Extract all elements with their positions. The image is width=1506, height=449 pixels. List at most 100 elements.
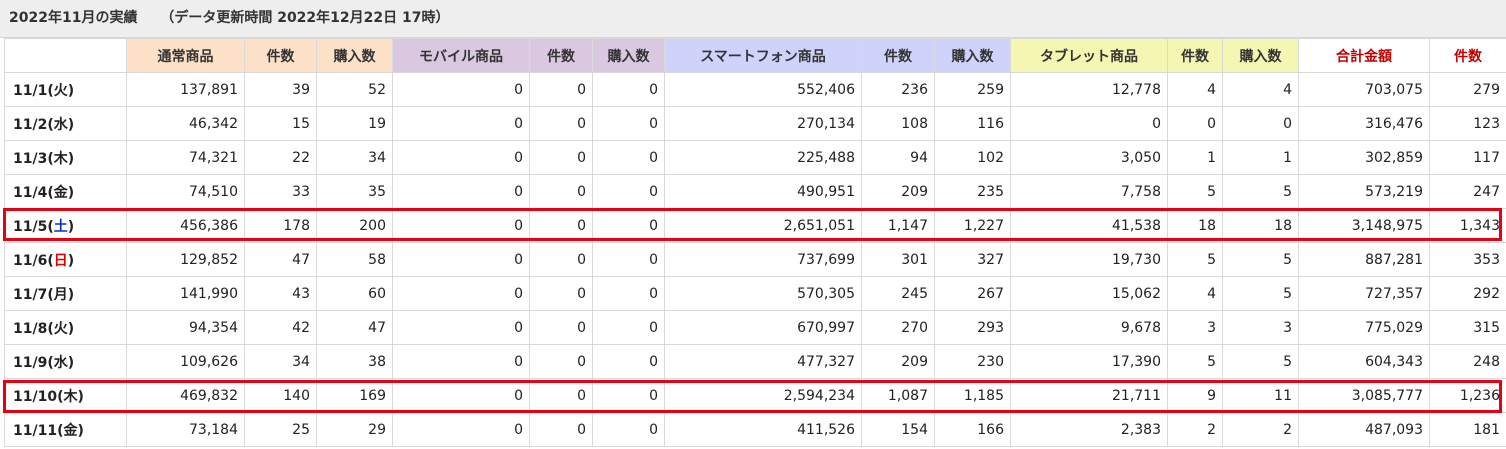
row-date: 11/3(木) (4, 140, 127, 175)
table-cell: 0 (392, 412, 530, 447)
table-cell: 0 (592, 106, 665, 141)
table-cell: 456,386 (126, 208, 245, 243)
table-cell: 0 (529, 378, 593, 413)
row-date-prefix: 11/6( (13, 252, 54, 269)
table-cell: 2 (1167, 412, 1223, 447)
row-weekday: 月 (53, 286, 68, 303)
row-date-suffix: ) (67, 354, 75, 371)
table-cell: 5 (1222, 242, 1299, 277)
table-cell: 1,236 (1429, 378, 1506, 413)
row-date-suffix: ) (67, 116, 75, 133)
table-cell: 259 (934, 72, 1011, 107)
table-cell: 2,383 (1010, 412, 1168, 447)
table-cell: 18 (1222, 208, 1299, 243)
table-cell: 0 (529, 208, 593, 243)
row-date-suffix: ) (67, 150, 75, 167)
row-weekday: 水 (53, 116, 68, 133)
table-cell: 108 (861, 106, 935, 141)
table-cell: 353 (1429, 242, 1506, 277)
table-cell: 0 (592, 208, 665, 243)
row-weekday: 金 (63, 422, 78, 439)
tablet-purchase-header: 購入数 (1222, 38, 1299, 73)
table-cell: 117 (1429, 140, 1506, 175)
table-cell: 21,711 (1010, 378, 1168, 413)
table-cell: 270,134 (664, 106, 862, 141)
report-title-bar: 2022年11月の実績 （データ更新時間 2022年12月22日 17時） (0, 0, 1506, 38)
table-cell: 38 (316, 344, 393, 379)
table-cell: 727,357 (1298, 276, 1430, 311)
row-date: 11/4(金) (4, 174, 127, 209)
report-title: 2022年11月の実績 (9, 10, 138, 26)
row-weekday: 火 (53, 320, 68, 337)
normal-count-header: 件数 (244, 38, 317, 73)
table-cell: 316,476 (1298, 106, 1430, 141)
row-weekday: 日 (53, 252, 68, 269)
table-cell: 123 (1429, 106, 1506, 141)
table-cell: 469,832 (126, 378, 245, 413)
table-cell: 29 (316, 412, 393, 447)
row-date: 11/1(火) (4, 72, 127, 107)
table-cell: 2,651,051 (664, 208, 862, 243)
table-cell: 552,406 (664, 72, 862, 107)
table-cell: 3,148,975 (1298, 208, 1430, 243)
table-cell: 0 (392, 208, 530, 243)
row-date: 11/8(火) (4, 310, 127, 345)
table-cell: 327 (934, 242, 1011, 277)
mobile-products-header: モバイル商品 (392, 38, 530, 73)
table-cell: 703,075 (1298, 72, 1430, 107)
table-cell: 12,778 (1010, 72, 1168, 107)
table-cell: 0 (592, 72, 665, 107)
row-date-suffix: ) (67, 286, 75, 303)
table-cell: 487,093 (1298, 412, 1430, 447)
table-cell: 46,342 (126, 106, 245, 141)
table-cell: 141,990 (126, 276, 245, 311)
table-row: 11/2(水) 46,342 15 19 0 0 0 270,134 108 116 0 0 0 316,… (4, 106, 1506, 141)
table-cell: 39 (244, 72, 317, 107)
table-cell: 3 (1222, 310, 1299, 345)
table-cell: 102 (934, 140, 1011, 175)
row-date-suffix: ) (67, 184, 75, 201)
row-date: 11/9(水) (4, 344, 127, 379)
table-cell: 411,526 (664, 412, 862, 447)
table-cell: 34 (316, 140, 393, 175)
table-cell: 573,219 (1298, 174, 1430, 209)
table-cell: 1 (1222, 140, 1299, 175)
table-cell: 0 (529, 140, 593, 175)
table-cell: 490,951 (664, 174, 862, 209)
normal-purchase-header: 購入数 (316, 38, 393, 73)
table-cell: 35 (316, 174, 393, 209)
table-cell: 3,085,777 (1298, 378, 1430, 413)
row-date: 11/7(月) (4, 276, 127, 311)
table-cell: 0 (592, 412, 665, 447)
table-cell: 737,699 (664, 242, 862, 277)
data-update-time: （データ更新時間 2022年12月22日 17時） (160, 10, 450, 26)
smartphone-count-header: 件数 (861, 38, 935, 73)
row-date-suffix: ) (67, 82, 75, 99)
table-cell: 293 (934, 310, 1011, 345)
table-cell: 129,852 (126, 242, 245, 277)
table-cell: 1,343 (1429, 208, 1506, 243)
total-amount-header: 合計金額 (1298, 38, 1430, 73)
table-cell: 9,678 (1010, 310, 1168, 345)
tablet-products-header: タブレット商品 (1010, 38, 1168, 73)
row-date-suffix: ) (77, 388, 84, 405)
table-cell: 181 (1429, 412, 1506, 447)
table-cell: 209 (861, 344, 935, 379)
table-cell: 670,997 (664, 310, 862, 345)
row-date-suffix: ) (67, 252, 75, 269)
table-cell: 477,327 (664, 344, 862, 379)
table-cell: 2 (1222, 412, 1299, 447)
table-cell: 19 (316, 106, 393, 141)
row-date-prefix: 11/5( (13, 218, 54, 235)
table-row: 11/8(火) 94,354 42 47 0 0 0 670,997 270 293 9,678 3 3… (4, 310, 1506, 345)
row-date-prefix: 11/3( (13, 150, 54, 167)
table-cell: 116 (934, 106, 1011, 141)
table-cell: 169 (316, 378, 393, 413)
table-cell: 1,147 (861, 208, 935, 243)
table-row: 11/3(木) 74,321 22 34 0 0 0 225,488 94 102 3,050 1 1 3… (4, 140, 1506, 175)
table-cell: 0 (529, 174, 593, 209)
table-cell: 94,354 (126, 310, 245, 345)
table-cell: 0 (1222, 106, 1299, 141)
table-cell: 5 (1167, 344, 1223, 379)
table-cell: 3,050 (1010, 140, 1168, 175)
